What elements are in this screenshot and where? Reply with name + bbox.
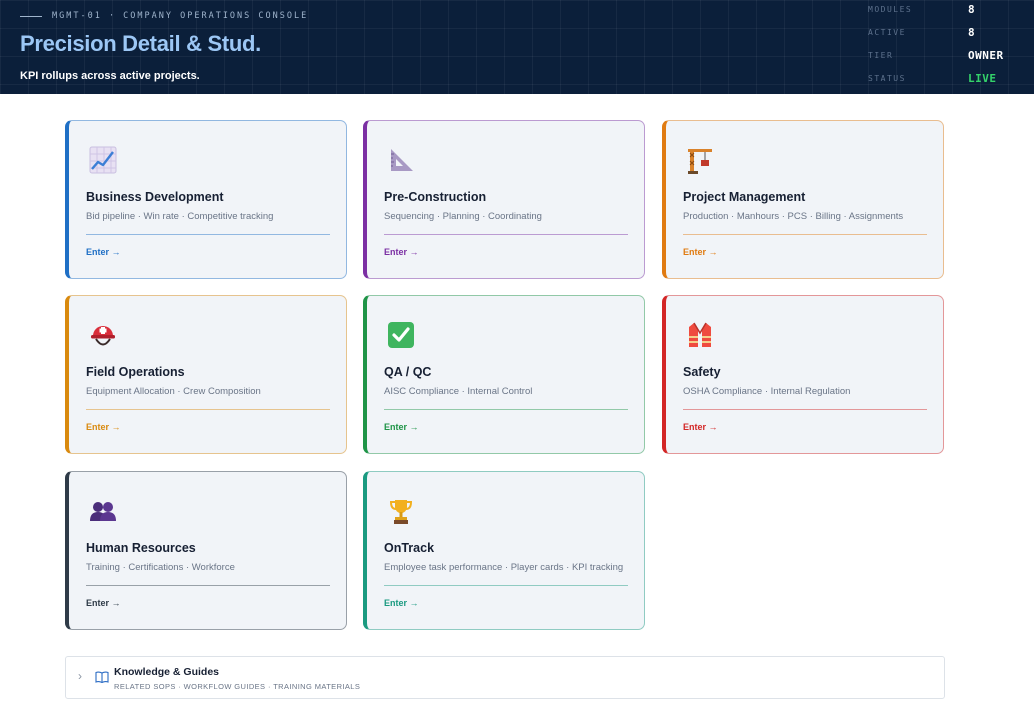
card-title: Human Resources bbox=[86, 541, 196, 555]
card-description: Training · Certifications · Workforce bbox=[86, 562, 235, 573]
chart-increasing-icon bbox=[89, 146, 117, 174]
card-title: Business Development bbox=[86, 190, 224, 204]
card-title: OnTrack bbox=[384, 541, 435, 555]
enter-link[interactable]: Enter → bbox=[384, 598, 419, 608]
stat-label: ACTIVE bbox=[868, 28, 906, 37]
card-description: AISC Compliance · Internal Control bbox=[384, 386, 533, 397]
card-divider bbox=[86, 234, 330, 235]
card-divider bbox=[384, 234, 628, 235]
module-card-field-operations[interactable]: Field Operations Equipment Allocation · … bbox=[65, 295, 347, 454]
module-card-ontrack[interactable]: OnTrack Employee task performance · Play… bbox=[363, 471, 645, 630]
enter-link[interactable]: Enter → bbox=[86, 247, 121, 257]
card-title: Pre-Construction bbox=[384, 190, 487, 204]
enter-link[interactable]: Enter → bbox=[683, 422, 718, 432]
module-card-business-development[interactable]: Business Development Bid pipeline · Win … bbox=[65, 120, 347, 279]
console-eyebrow: MGMT-01 · COMPANY OPERATIONS CONSOLE bbox=[20, 11, 308, 21]
card-description: OSHA Compliance · Internal Regulation bbox=[683, 386, 851, 397]
module-card-project-management[interactable]: Project Management Production · Manhours… bbox=[662, 120, 944, 279]
page-subtitle: KPI rollups across active projects. bbox=[20, 70, 200, 82]
crane-icon bbox=[688, 149, 712, 174]
stat-active: ACTIVE 8 bbox=[868, 21, 1028, 44]
enter-link[interactable]: Enter → bbox=[86, 598, 121, 608]
card-divider bbox=[683, 409, 927, 410]
module-card-human-resources[interactable]: Human Resources Training · Certification… bbox=[65, 471, 347, 630]
module-card-qa-qc[interactable]: QA / QC AISC Compliance · Internal Contr… bbox=[363, 295, 645, 454]
page-header: MGMT-01 · COMPANY OPERATIONS CONSOLE Pre… bbox=[0, 0, 1034, 94]
card-title: Project Management bbox=[683, 190, 806, 204]
card-divider bbox=[683, 234, 927, 235]
safety-vest-icon bbox=[689, 322, 711, 347]
card-divider bbox=[384, 409, 628, 410]
module-card-safety[interactable]: Safety OSHA Compliance · Internal Regula… bbox=[662, 295, 944, 454]
eyebrow-rule bbox=[20, 15, 42, 17]
trophy-icon bbox=[389, 500, 413, 524]
check-mark-button-icon bbox=[388, 322, 414, 348]
stat-label: STATUS bbox=[868, 74, 906, 83]
open-book-icon bbox=[95, 671, 109, 683]
card-title: QA / QC bbox=[384, 365, 432, 379]
company-title: Precision Detail & Stud. bbox=[20, 31, 261, 56]
stat-modules: MODULES 8 bbox=[868, 0, 1028, 21]
knowledge-title: Knowledge & Guides bbox=[114, 666, 220, 678]
knowledge-guides-panel[interactable]: › Knowledge & Guides RELATED SOPS · WORK… bbox=[65, 656, 945, 699]
stat-value: 8 bbox=[968, 26, 976, 39]
card-description: Bid pipeline · Win rate · Competitive tr… bbox=[86, 211, 274, 222]
card-description: Production · Manhours · PCS · Billing · … bbox=[683, 211, 904, 222]
stat-value: 8 bbox=[968, 3, 976, 16]
stat-label: TIER bbox=[868, 51, 894, 60]
card-description: Employee task performance · Player cards… bbox=[384, 562, 624, 573]
enter-link[interactable]: Enter → bbox=[384, 422, 419, 432]
stat-value: OWNER bbox=[968, 49, 1004, 62]
rescue-worker-helmet-icon bbox=[91, 326, 115, 346]
stat-status: STATUS LIVE bbox=[868, 67, 1028, 90]
card-divider bbox=[86, 409, 330, 410]
card-divider bbox=[86, 585, 330, 586]
enter-link[interactable]: Enter → bbox=[384, 247, 419, 257]
card-divider bbox=[384, 585, 628, 586]
card-title: Field Operations bbox=[86, 365, 185, 379]
module-card-pre-construction[interactable]: Pre-Construction Sequencing · Planning ·… bbox=[363, 120, 645, 279]
header-stats: MODULES 8 ACTIVE 8 TIER OWNER STATUS LIV… bbox=[868, 0, 1028, 90]
card-description: Equipment Allocation · Crew Composition bbox=[86, 386, 261, 397]
chevron-right-icon[interactable]: › bbox=[78, 669, 82, 683]
enter-link[interactable]: Enter → bbox=[683, 247, 718, 257]
console-label: MGMT-01 · COMPANY OPERATIONS CONSOLE bbox=[52, 11, 309, 21]
stat-label: MODULES bbox=[868, 5, 913, 14]
knowledge-subtitle: RELATED SOPS · WORKFLOW GUIDES · TRAININ… bbox=[114, 682, 361, 691]
card-description: Sequencing · Planning · Coordinating bbox=[384, 211, 542, 222]
people-icon bbox=[90, 502, 116, 521]
enter-link[interactable]: Enter → bbox=[86, 422, 121, 432]
card-title: Safety bbox=[683, 365, 721, 379]
stat-tier: TIER OWNER bbox=[868, 44, 1028, 67]
triangular-ruler-icon bbox=[391, 149, 413, 171]
status-badge: LIVE bbox=[968, 72, 997, 85]
